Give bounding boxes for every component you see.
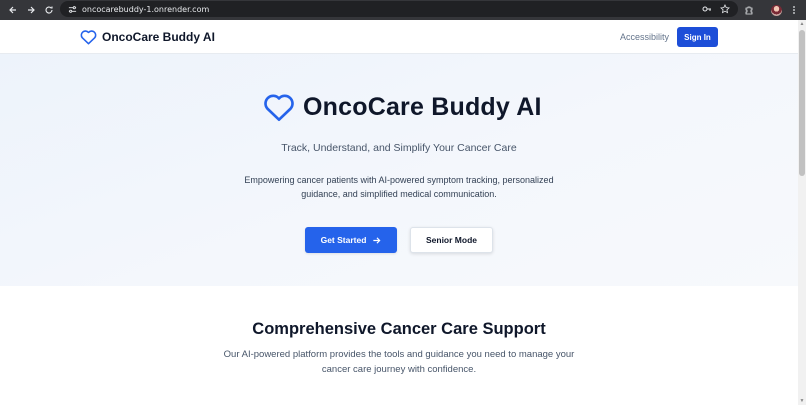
back-icon[interactable] [4, 1, 22, 19]
site-header: OncoCare Buddy AI Accessibility Sign In [0, 20, 798, 54]
senior-mode-button[interactable]: Senior Mode [410, 227, 493, 253]
sign-in-button[interactable]: Sign In [677, 27, 718, 47]
brand-logo[interactable]: OncoCare Buddy AI [80, 29, 215, 45]
site-settings-icon[interactable] [66, 3, 78, 15]
page-viewport: OncoCare Buddy AI Accessibility Sign In … [0, 20, 798, 405]
menu-dots-icon[interactable] [785, 1, 803, 19]
hero-title: OncoCare Buddy AI [303, 92, 542, 121]
scroll-down-icon[interactable]: ▼ [799, 398, 805, 404]
features-title: Comprehensive Cancer Care Support [252, 320, 546, 338]
brand-name: OncoCare Buddy AI [102, 30, 215, 44]
hero-subtitle: Track, Understand, and Simplify Your Can… [281, 142, 517, 154]
get-started-label: Get Started [320, 235, 367, 245]
url-text[interactable]: oncocarebuddy-1.onrender.com [82, 5, 209, 14]
hero-heading: OncoCare Buddy AI [263, 92, 542, 122]
arrow-right-icon [373, 236, 381, 244]
get-started-button[interactable]: Get Started [305, 227, 397, 253]
profile-avatar[interactable] [767, 1, 785, 19]
address-bar[interactable]: oncocarebuddy-1.onrender.com [60, 1, 738, 17]
heart-icon [80, 30, 97, 45]
password-key-icon[interactable] [702, 4, 712, 14]
browser-toolbar: oncocarebuddy-1.onrender.com [0, 0, 806, 20]
reload-icon[interactable] [40, 1, 58, 19]
forward-icon[interactable] [22, 1, 40, 19]
accessibility-link[interactable]: Accessibility [620, 32, 669, 42]
scroll-up-icon[interactable]: ▲ [799, 21, 805, 27]
hero-description: Empowering cancer patients with AI-power… [244, 175, 554, 199]
hero-section: OncoCare Buddy AI Track, Understand, and… [0, 54, 798, 286]
heart-icon [264, 94, 294, 121]
scrollbar-thumb[interactable] [799, 30, 805, 176]
features-description: Our AI-powered platform provides the too… [223, 349, 575, 375]
extensions-icon[interactable] [740, 1, 758, 19]
bookmark-star-icon[interactable] [720, 4, 730, 14]
